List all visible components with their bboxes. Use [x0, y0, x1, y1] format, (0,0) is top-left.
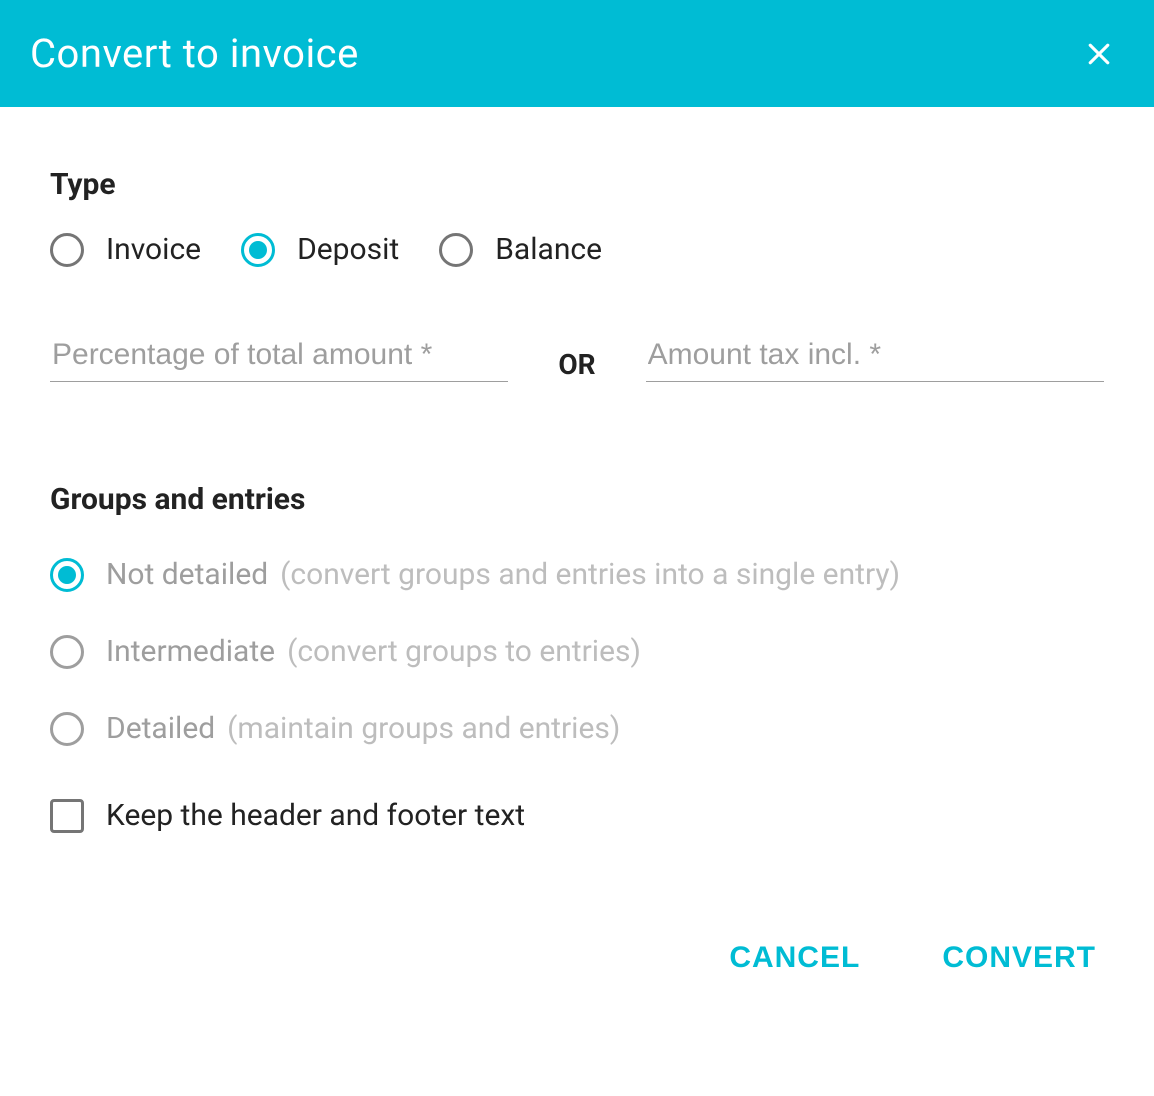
amount-inputs-row: OR: [50, 337, 1104, 382]
radio-icon: [241, 233, 275, 267]
dialog-actions: CANCEL CONVERT: [0, 933, 1154, 999]
radio-label: Detailed: [106, 711, 215, 746]
checkbox-icon: [50, 799, 84, 833]
convert-button[interactable]: CONVERT: [938, 933, 1100, 983]
dialog-body: Type Invoice Deposit Balance OR: [0, 107, 1154, 933]
percentage-input[interactable]: [50, 337, 508, 373]
type-radio-invoice[interactable]: Invoice: [50, 232, 201, 267]
radio-label: Not detailed: [106, 557, 268, 592]
radio-hint: (maintain groups and entries): [227, 711, 620, 746]
radio-label: Invoice: [106, 232, 201, 267]
radio-label: Deposit: [297, 232, 399, 267]
radio-label: Intermediate: [106, 634, 275, 669]
radio-icon: [50, 635, 84, 669]
dialog-title: Convert to invoice: [30, 30, 359, 77]
groups-section: Groups and entries Not detailed (convert…: [50, 482, 1104, 833]
type-radio-group: Invoice Deposit Balance: [50, 232, 1104, 267]
type-radio-balance[interactable]: Balance: [439, 232, 602, 267]
radio-hint: (convert groups to entries): [287, 634, 641, 669]
dialog-header: Convert to invoice: [0, 0, 1154, 107]
radio-icon: [50, 233, 84, 267]
close-icon: [1084, 39, 1114, 69]
or-separator: OR: [558, 348, 595, 381]
groups-radio-group: Not detailed (convert groups and entries…: [50, 557, 1104, 746]
groups-section-title: Groups and entries: [50, 482, 1104, 517]
type-section-title: Type: [50, 167, 1104, 202]
amount-input[interactable]: [646, 337, 1104, 373]
radio-label: Balance: [495, 232, 602, 267]
radio-inner-icon: [249, 241, 267, 259]
radio-icon: [50, 558, 84, 592]
keep-header-footer-checkbox[interactable]: Keep the header and footer text: [50, 798, 1104, 833]
groups-radio-not-detailed[interactable]: Not detailed (convert groups and entries…: [50, 557, 1104, 592]
amount-input-wrap: [646, 337, 1104, 382]
close-button[interactable]: [1084, 39, 1114, 69]
radio-icon: [50, 712, 84, 746]
groups-radio-intermediate[interactable]: Intermediate (convert groups to entries): [50, 634, 1104, 669]
percentage-input-wrap: [50, 337, 508, 382]
type-radio-deposit[interactable]: Deposit: [241, 232, 399, 267]
cancel-button[interactable]: CANCEL: [725, 933, 864, 983]
convert-to-invoice-dialog: Convert to invoice Type Invoice Deposit: [0, 0, 1154, 999]
radio-inner-icon: [58, 566, 76, 584]
checkbox-label: Keep the header and footer text: [106, 798, 525, 833]
radio-icon: [439, 233, 473, 267]
radio-hint: (convert groups and entries into a singl…: [280, 557, 900, 592]
groups-radio-detailed[interactable]: Detailed (maintain groups and entries): [50, 711, 1104, 746]
